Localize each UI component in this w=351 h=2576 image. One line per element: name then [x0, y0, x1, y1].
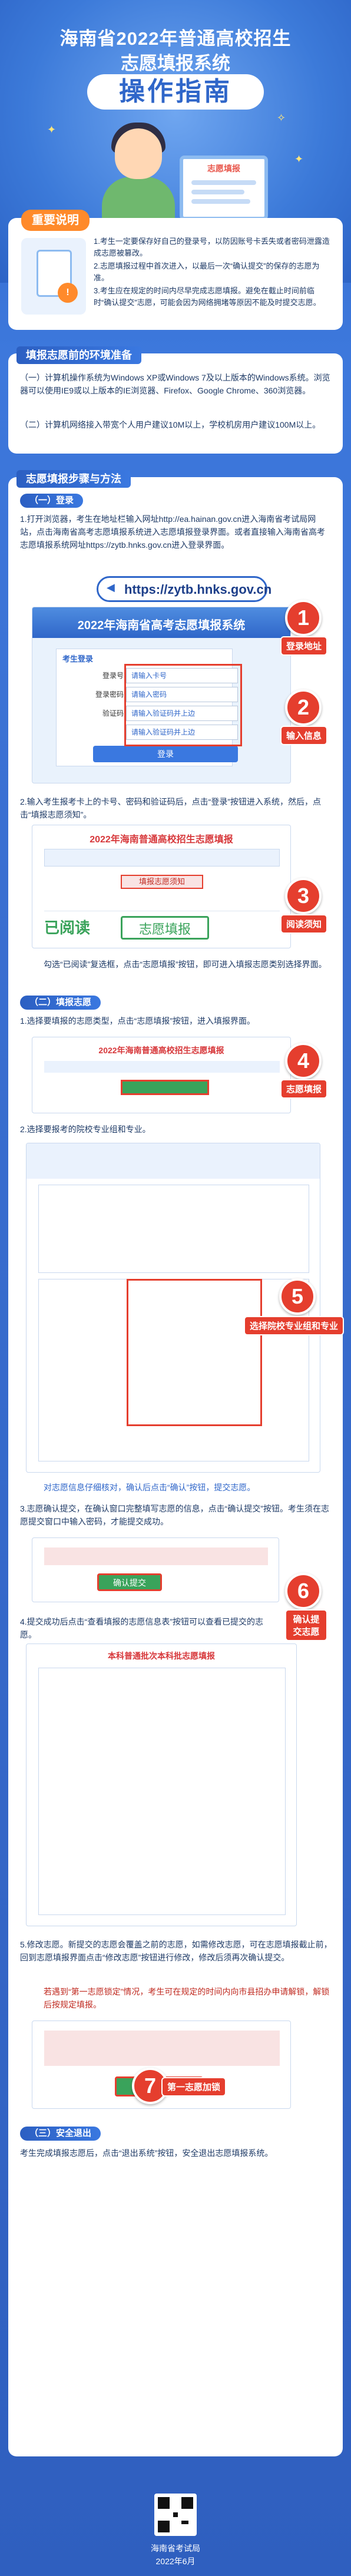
qr-module [181, 2521, 188, 2524]
notice-illustration: ! [21, 238, 86, 315]
steps-tag: 志愿填报步骤与方法 [16, 470, 131, 488]
select-type-screenshot: 2022年海南普通高校招生志愿填报 [32, 1037, 291, 1113]
confirm-warning-bar [44, 1547, 268, 1565]
login-button[interactable]: 登录 [93, 746, 238, 762]
url-bar[interactable]: ◀ https://zytb.hnks.gov.cn [97, 576, 271, 602]
select-major-screenshot [26, 1143, 320, 1473]
volunteer-table-title: 本科普通批次本科批志愿填报 [108, 1651, 215, 1661]
step4-text: 1.选择要填报的志愿类型，点击“志愿填报”按钮，进入填报界面。 [20, 1016, 255, 1026]
callout-5-label: 选择院校专业组和专业 [244, 1316, 345, 1335]
callout-7-label: 第一志愿加锁 [161, 2077, 227, 2096]
laptop-title: 志愿填报 [207, 164, 240, 173]
footer-date: 2022年6月 [155, 2557, 196, 2566]
step6-text: 对志愿信息仔细核对，确认后点击“确认”按钮，提交志愿。 [44, 1483, 256, 1492]
login-title: 2022年海南省高考志愿填报系统 [77, 619, 246, 632]
qr-code [154, 2494, 197, 2536]
notice-screen-title: 2022年海南普通高校招生志愿填报 [90, 835, 233, 845]
select-major-header [27, 1143, 320, 1179]
notice-screenshot: 2022年海南普通高校招生志愿填报 填报志愿须知 已阅读 志愿填报 [32, 825, 291, 948]
field-label-account: 登录号 [102, 672, 124, 680]
subsection-fill: （二）填报志愿 [20, 996, 101, 1010]
step3-text: 勾选“已阅读”复选框，点击“志愿填报”按钮，即可进入填报志愿类别选择界面。 [44, 960, 327, 969]
notice-card: 重要说明 ! 1.考生一定要保存好自己的登录号，以防因账号卡丢失或者密码泄露造成… [8, 210, 343, 330]
star-icon: ✦ [294, 153, 304, 165]
login-label: 考生登录 [62, 654, 94, 663]
env-tag: 填报志愿前的环境准备 [16, 346, 141, 364]
notice-item-3: 3.考生应在规定的时间内尽早完成志愿填报。避免在截止时间前临时“确认提交”志愿，… [94, 286, 321, 307]
callout-2-label: 输入信息 [280, 726, 328, 745]
callout-3-label: 阅读须知 [280, 914, 328, 934]
laptop-line [191, 180, 256, 185]
url-text: https://zytb.hnks.gov.cn [124, 582, 272, 597]
notice-item-2: 2.志愿填报过程中首次进入，以最后一次“确认提交”的保存的志愿为准。 [94, 262, 320, 282]
candidate-info-bar [44, 849, 280, 867]
star-icon: ✧ [277, 112, 286, 124]
banner-text: 操作指南 [119, 77, 232, 106]
qr-finder [181, 2497, 193, 2509]
select-type-bar [44, 1061, 280, 1073]
volunteer-table [38, 1668, 286, 1915]
warning-text: 若遇到“第一志愿锁定”情况，考生可在规定的时间内向市县招办申请解锁，解锁后按规定… [44, 1987, 330, 2009]
step5-text: 2.选择要报考的院校专业组和专业。 [20, 1125, 151, 1134]
header-title-line1: 海南省2022年普通高校招生 [59, 28, 292, 49]
notice-item-1: 1.考生一定要保存好自己的登录号，以防因账号卡丢失或者密码泄露造成志愿被篡改。 [94, 237, 330, 257]
highlight-box [127, 1279, 262, 1426]
laptop-line [191, 190, 244, 194]
env-card: 填报志愿前的环境准备 （一）计算机操作系统为Windows XP或Windows… [8, 346, 343, 454]
header-banner: 操作指南 [87, 74, 264, 110]
page: 海南省2022年普通高校招生 志愿填报系统 操作指南 ✦ ✦ ✧ 志愿填报 重要… [0, 0, 351, 2576]
person-head [115, 128, 162, 179]
qr-module [173, 2512, 178, 2517]
header-title-line2: 志愿填报系统 [121, 53, 230, 74]
qr-finder [158, 2521, 170, 2532]
subsection-login: （一）登录 [20, 494, 84, 508]
step1-text: 1.打开浏览器，考生在地址栏输入网址http://ea.hainan.gov.c… [20, 514, 325, 550]
step7-text: 4.提交成功后点击“查看填报的志愿信息表”按钮可以查看已提交的志愿。 [20, 1617, 263, 1639]
laptop-line [191, 199, 250, 204]
step2-text: 2.输入考生报考卡上的卡号、密码和验证码后，点击“登录”按钮进入系统，然后，点击… [20, 797, 321, 819]
env-paragraph-1: （一）计算机操作系统为Windows XP或Windows 7及以上版本的Win… [20, 373, 330, 395]
callout-2: 2 [285, 689, 322, 726]
step6b-text: 3.志愿确认提交，在确认窗口完整填写志愿的信息，点击“确认提交”按钮。考生须在志… [20, 1504, 329, 1526]
lock-warning-bar [44, 2031, 280, 2066]
field-label-captcha: 验证码 [102, 709, 124, 717]
volunteer-table-screenshot: 本科普通批次本科批志愿填报 [26, 1644, 297, 1926]
step9-text: 考生完成填报志愿后，点击“退出系统”按钮，安全退出志愿填报系统。 [20, 2148, 273, 2158]
back-arrow-icon: ◀ [107, 581, 115, 593]
notice-row [44, 896, 280, 911]
read-checkbox-label[interactable]: 已阅读 [44, 916, 101, 940]
confirm-screenshot: 确认提交 [32, 1537, 279, 1602]
login-screenshot: 2022年海南省高考志愿填报系统 考生登录 登录号 请输入卡号 登录密码 请输入… [32, 607, 291, 783]
confirm-submit-button[interactable]: 确认提交 [97, 1573, 162, 1591]
callout-6: 6 [285, 1573, 322, 1609]
callout-5: 5 [279, 1278, 316, 1315]
callout-1-label: 登录地址 [280, 636, 328, 656]
callout-4-label: 志愿填报 [280, 1079, 328, 1099]
notice-tag: 重要说明 [21, 210, 90, 231]
fill-type-button[interactable] [121, 1080, 209, 1095]
callout-6-label: 确认提交志愿 [285, 1609, 327, 1641]
step8-text: 5.修改志愿。新提交的志愿会覆盖之前的志愿，如需修改志愿，可在志愿填报截止前，回… [20, 1940, 332, 1962]
callout-4: 4 [285, 1043, 322, 1079]
steps-card: 志愿填报步骤与方法 （一）登录 1.打开浏览器，考生在地址栏输入网址http:/… [8, 470, 345, 2456]
select-type-title: 2022年海南普通高校招生志愿填报 [98, 1046, 224, 1055]
qr-finder [158, 2497, 170, 2509]
fill-button[interactable]: 志愿填报 [121, 916, 209, 940]
notice-bar[interactable]: 填报志愿须知 [121, 875, 203, 889]
footer-org: 海南省考试局 [151, 2544, 200, 2553]
login-banner: 2022年海南省高考志愿填报系统 [32, 607, 290, 638]
subsection-exit: （三）安全退出 [20, 2127, 101, 2141]
field-label-password: 登录密码 [95, 690, 124, 699]
laptop-illustration: 志愿填报 [180, 156, 268, 220]
college-table [38, 1185, 309, 1273]
callout-3: 3 [285, 878, 322, 914]
callout-1: 1 [285, 600, 322, 636]
highlight-box [124, 664, 242, 746]
env-paragraph-2: （二）计算机网络接入带宽个人用户建议10M以上，学校机房用户建议100M以上。 [20, 420, 321, 429]
alert-icon: ! [58, 283, 78, 303]
star-icon: ✦ [47, 124, 57, 135]
